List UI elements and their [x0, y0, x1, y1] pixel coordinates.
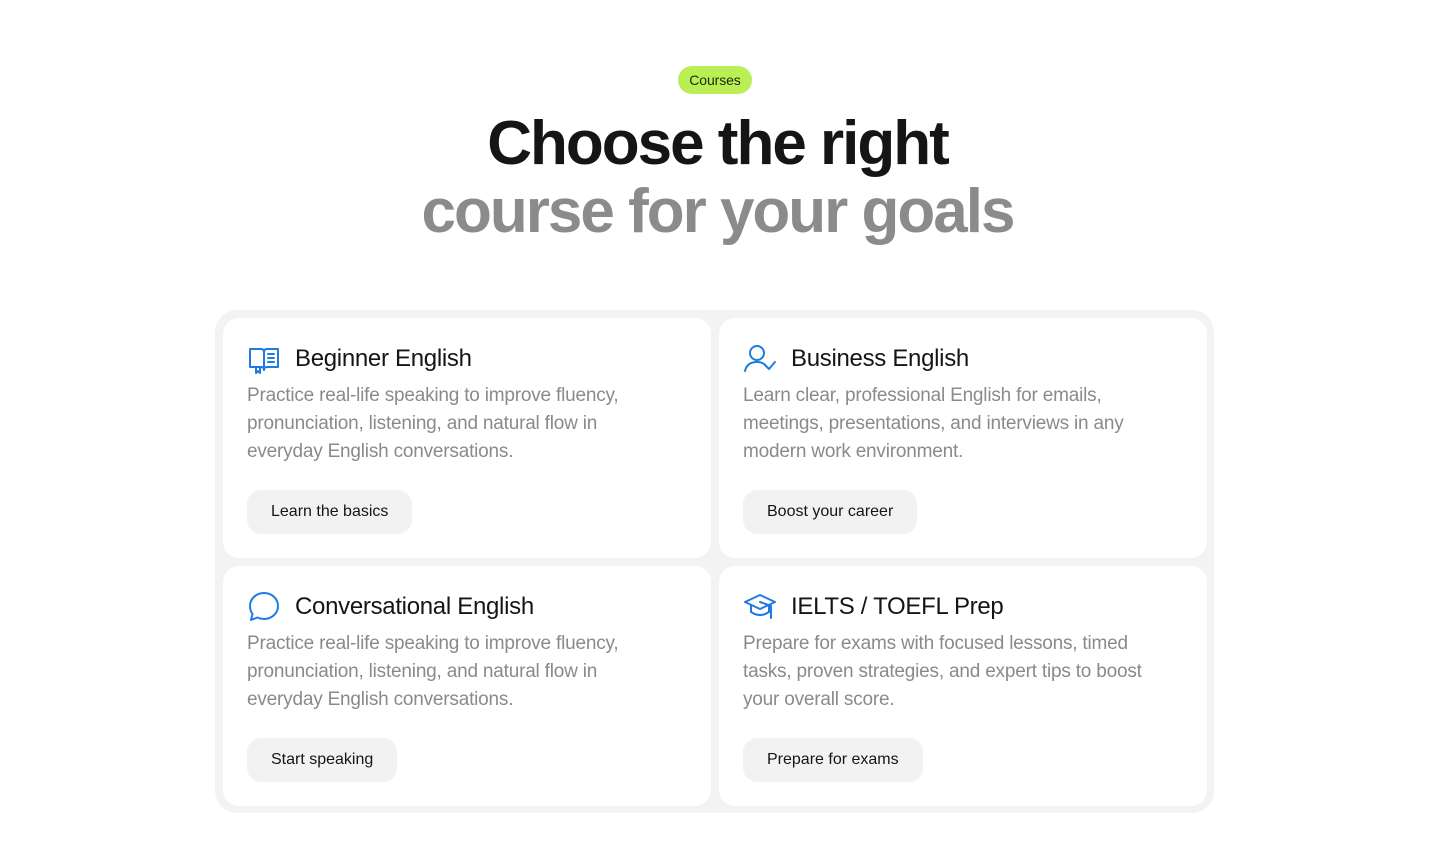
courses-section: Courses Choose the right course for your… — [0, 0, 1435, 861]
section-badge: Courses — [678, 66, 752, 94]
start-speaking-button[interactable]: Start speaking — [247, 738, 398, 782]
prepare-for-exams-button[interactable]: Prepare for exams — [743, 738, 923, 782]
headline-line-1: Choose the right — [487, 109, 950, 178]
learn-the-basics-button[interactable]: Learn the basics — [247, 490, 413, 534]
boost-your-career-button[interactable]: Boost your career — [743, 490, 918, 534]
course-card-business: Business English Learn clear, profession… — [719, 318, 1207, 558]
user-check-icon — [743, 342, 777, 376]
chat-bubble-icon — [247, 590, 281, 624]
course-grid: Beginner English Practice real-life spea… — [215, 310, 1214, 813]
course-card-ielts-toefl: IELTS / TOEFL Prep Prepare for exams wit… — [719, 566, 1207, 806]
course-description: Practice real-life speaking to improve f… — [247, 633, 619, 710]
graduation-cap-icon — [743, 590, 777, 624]
course-description: Prepare for exams with focused lessons, … — [743, 633, 1142, 710]
course-title: Conversational English — [295, 593, 534, 620]
course-title: IELTS / TOEFL Prep — [791, 593, 1004, 620]
headline-line-2: course for your goals — [421, 177, 1016, 246]
course-title: Beginner English — [295, 345, 472, 372]
course-description: Learn clear, professional English for em… — [743, 385, 1124, 462]
course-card-beginner: Beginner English Practice real-life spea… — [223, 318, 711, 558]
page-title: Choose the right course for your goals — [0, 110, 1435, 246]
course-title: Business English — [791, 345, 969, 372]
course-description: Practice real-life speaking to improve f… — [247, 385, 619, 462]
open-book-icon — [247, 342, 281, 376]
course-card-conversational: Conversational English Practice real-lif… — [223, 566, 711, 806]
